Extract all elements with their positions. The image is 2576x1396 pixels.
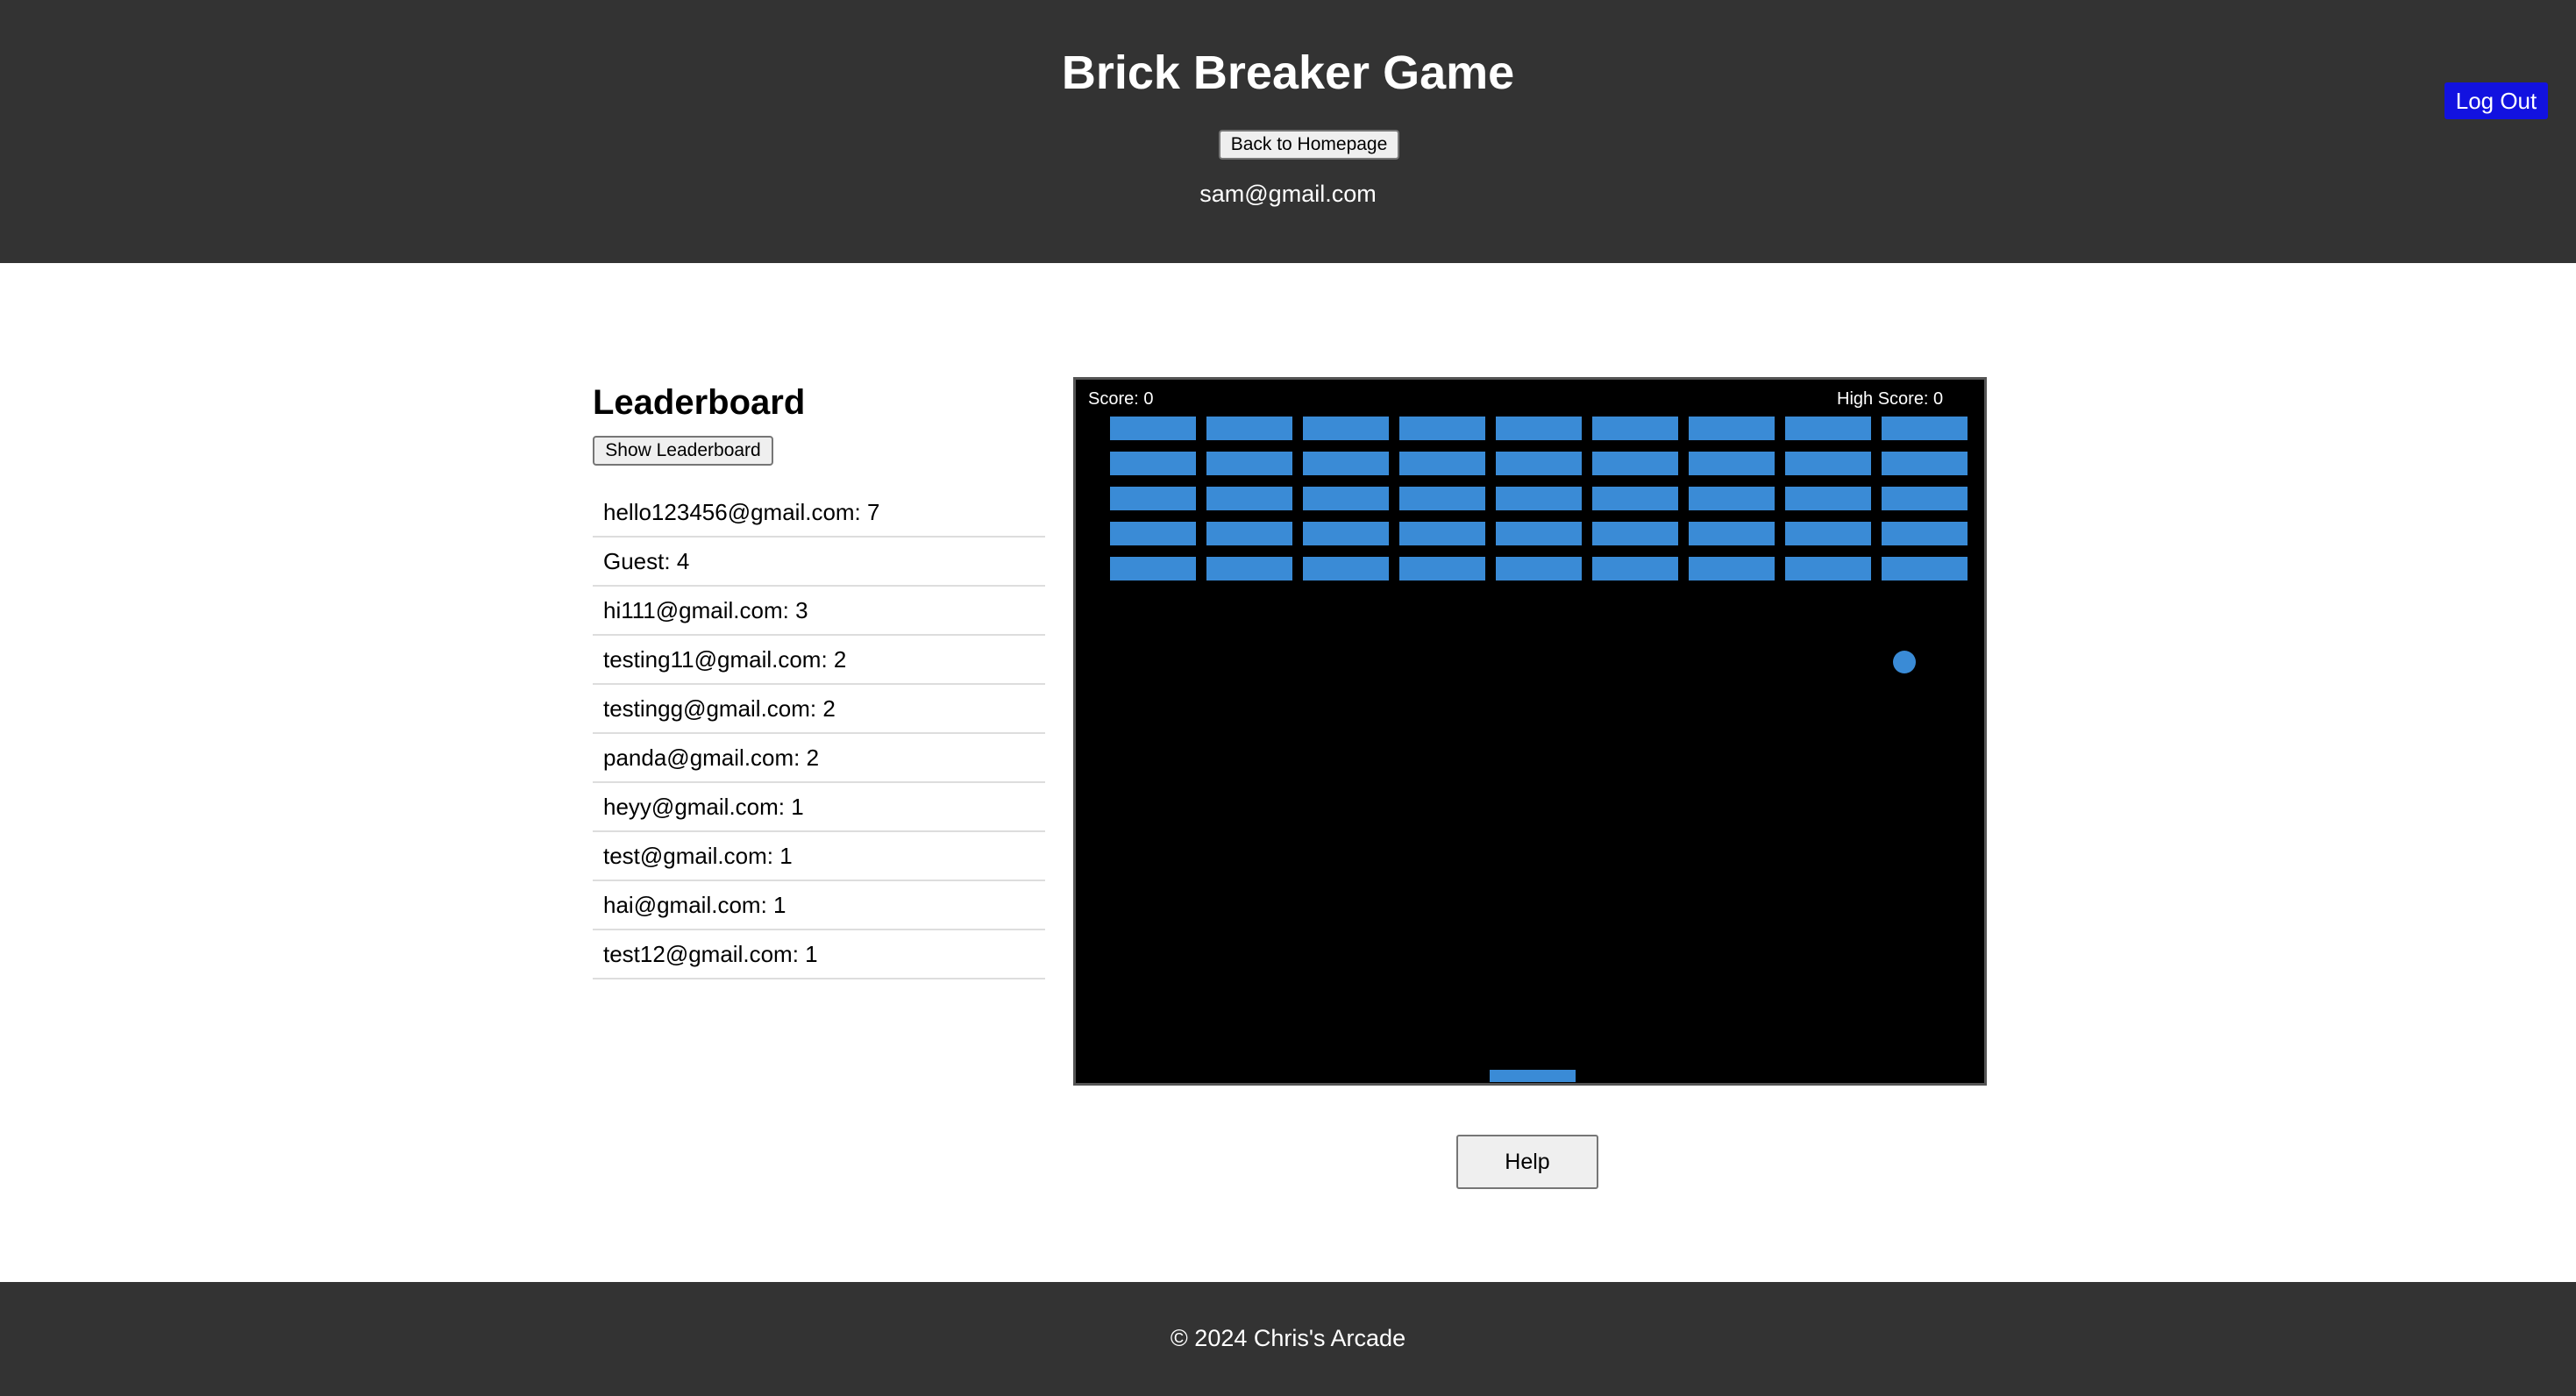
leaderboard-list: hello123456@gmail.com: 7 Guest: 4 hi111@… — [593, 488, 1045, 979]
brick — [1206, 487, 1292, 510]
brick — [1689, 417, 1775, 440]
brick — [1689, 557, 1775, 580]
brick — [1206, 452, 1292, 475]
brick — [1399, 557, 1485, 580]
brick — [1785, 487, 1871, 510]
brick — [1882, 487, 1968, 510]
brick — [1496, 452, 1582, 475]
brick — [1592, 417, 1678, 440]
leaderboard-title: Leaderboard — [593, 383, 806, 422]
back-to-homepage-button[interactable]: Back to Homepage — [1219, 130, 1399, 160]
leaderboard-entry: test@gmail.com: 1 — [593, 832, 1045, 881]
brick — [1303, 452, 1389, 475]
leaderboard-entry: Guest: 4 — [593, 538, 1045, 587]
brick — [1303, 522, 1389, 545]
brick — [1882, 452, 1968, 475]
brick — [1496, 417, 1582, 440]
brick — [1110, 557, 1196, 580]
show-leaderboard-button[interactable]: Show Leaderboard — [593, 436, 773, 466]
brick — [1399, 417, 1485, 440]
user-email: sam@gmail.com — [1199, 181, 1377, 207]
leaderboard-entry: hello123456@gmail.com: 7 — [593, 488, 1045, 538]
game-canvas[interactable]: Score: 0 High Score: 0 — [1073, 377, 1987, 1086]
brick — [1110, 452, 1196, 475]
brick — [1785, 557, 1871, 580]
brick — [1496, 522, 1582, 545]
brick — [1399, 522, 1485, 545]
brick — [1496, 487, 1582, 510]
brick — [1882, 557, 1968, 580]
brick — [1206, 417, 1292, 440]
brick — [1303, 557, 1389, 580]
brick — [1592, 522, 1678, 545]
leaderboard-entry: hai@gmail.com: 1 — [593, 881, 1045, 930]
score-display: Score: 0 — [1088, 389, 1154, 409]
paddle[interactable] — [1490, 1070, 1576, 1082]
brick — [1785, 452, 1871, 475]
brick — [1110, 417, 1196, 440]
leaderboard-entry: testingg@gmail.com: 2 — [593, 685, 1045, 734]
brick — [1592, 452, 1678, 475]
brick — [1399, 487, 1485, 510]
brick — [1689, 487, 1775, 510]
leaderboard-entry: heyy@gmail.com: 1 — [593, 783, 1045, 832]
brick — [1882, 522, 1968, 545]
logout-button[interactable]: Log Out — [2444, 82, 2548, 119]
brick — [1496, 557, 1582, 580]
brick — [1303, 487, 1389, 510]
brick — [1689, 522, 1775, 545]
brick — [1592, 557, 1678, 580]
site-header: Brick Breaker Game Back to Homepage sam@… — [0, 0, 2576, 263]
leaderboard-entry: test12@gmail.com: 1 — [593, 930, 1045, 979]
brick — [1206, 557, 1292, 580]
leaderboard-entry: panda@gmail.com: 2 — [593, 734, 1045, 783]
ball — [1893, 651, 1916, 673]
brick — [1110, 522, 1196, 545]
brick — [1592, 487, 1678, 510]
brick — [1303, 417, 1389, 440]
brick — [1785, 522, 1871, 545]
help-button[interactable]: Help — [1456, 1135, 1598, 1189]
leaderboard-entry: hi111@gmail.com: 3 — [593, 587, 1045, 636]
brick — [1206, 522, 1292, 545]
high-score-display: High Score: 0 — [1837, 389, 1944, 409]
leaderboard-entry: testing11@gmail.com: 2 — [593, 636, 1045, 685]
site-footer: © 2024 Chris's Arcade — [0, 1282, 2576, 1396]
brick — [1689, 452, 1775, 475]
page-title: Brick Breaker Game — [1061, 46, 1515, 99]
brick — [1399, 452, 1485, 475]
footer-copyright: © 2024 Chris's Arcade — [1170, 1325, 1406, 1351]
brick — [1110, 487, 1196, 510]
brick — [1785, 417, 1871, 440]
brick — [1882, 417, 1968, 440]
